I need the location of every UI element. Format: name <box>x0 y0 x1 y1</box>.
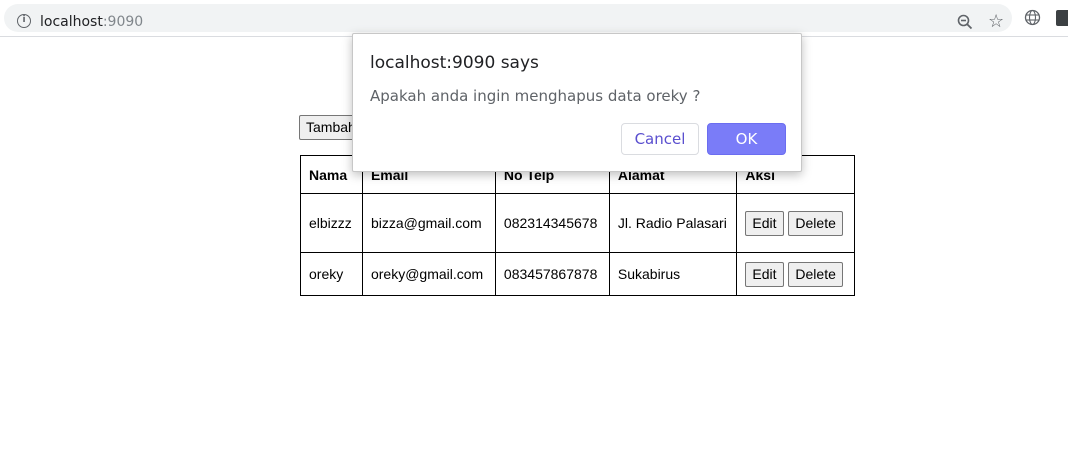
star-icon[interactable]: ☆ <box>988 12 1004 32</box>
data-table: Nama Email No Telp Alamat Aksi elbizzz b… <box>300 155 855 296</box>
edit-button[interactable]: Edit <box>745 261 784 287</box>
confirm-dialog: localhost:9090 says Apakah anda ingin me… <box>352 33 802 172</box>
delete-button[interactable]: Delete <box>788 261 843 287</box>
cancel-button[interactable]: Cancel <box>621 123 699 155</box>
cell-aksi: Edit Delete <box>736 252 855 296</box>
cell-telp: 082314345678 <box>494 193 610 253</box>
globe-icon[interactable] <box>1024 9 1041 26</box>
address-bar[interactable]: i localhost:9090 ☆ <box>4 4 1012 32</box>
dialog-title: localhost:9090 says <box>370 53 539 73</box>
table-row: oreky oreky@gmail.com 083457867878 Sukab… <box>300 252 855 296</box>
info-icon[interactable]: i <box>17 14 31 28</box>
cell-aksi: Edit Delete <box>736 193 855 253</box>
zoom-icon[interactable] <box>957 14 973 30</box>
edit-button[interactable]: Edit <box>745 210 784 236</box>
extension-icon[interactable] <box>1056 10 1068 26</box>
browser-toolbar: i localhost:9090 ☆ <box>0 0 1068 37</box>
cell-email: oreky@gmail.com <box>361 252 496 296</box>
cell-telp: 083457867878 <box>494 252 610 296</box>
dialog-message: Apakah anda ingin menghapus data oreky ? <box>370 87 701 105</box>
delete-button[interactable]: Delete <box>788 210 843 236</box>
cell-alamat: Jl. Radio Palasari <box>608 193 738 253</box>
cell-nama: oreky <box>300 252 363 296</box>
ok-button[interactable]: OK <box>707 123 786 155</box>
url-port: :9090 <box>102 14 144 30</box>
cell-nama: elbizzz <box>300 193 363 253</box>
table-row: elbizzz bizza@gmail.com 082314345678 Jl.… <box>300 193 855 253</box>
cell-alamat: Sukabirus <box>608 252 738 296</box>
url-text[interactable]: localhost:9090 <box>40 14 143 30</box>
url-host: localhost <box>40 14 103 30</box>
cell-email: bizza@gmail.com <box>361 193 496 253</box>
